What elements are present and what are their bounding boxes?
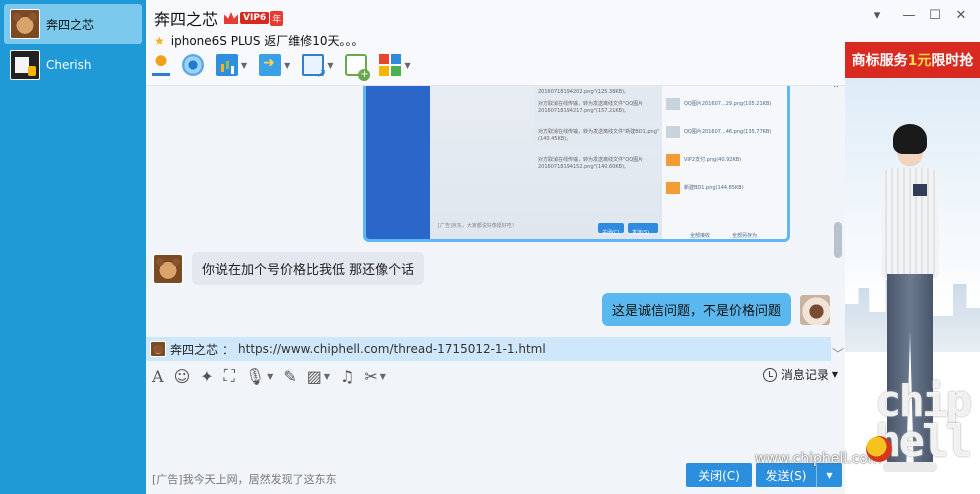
clock-icon <box>762 367 777 382</box>
chevron-down-icon[interactable]: ▼ <box>327 61 333 70</box>
screenshot-icon: ⛶ <box>223 366 235 385</box>
font-button[interactable]: A <box>152 367 164 386</box>
sender-avatar <box>150 341 166 357</box>
contact-name: Cherish <box>46 58 92 72</box>
minimize-button[interactable]: — <box>898 6 920 24</box>
video-call-button[interactable] <box>182 53 204 77</box>
edit-icon: ✎ <box>283 366 297 386</box>
contact-item-cherish[interactable]: Cherish <box>4 45 142 85</box>
contact-name: 奔四之芯 <box>46 17 95 32</box>
chat-toolbar: ▼ ▼ ▼ ▼ <box>152 52 423 81</box>
chevron-down-icon[interactable]: ▼ <box>404 61 410 70</box>
signature: ★ iphone6S PLUS 返厂维修10天。。。 <box>154 33 364 49</box>
ad-panel[interactable]: 商标服务 1元 限时抢 chip hell <box>845 42 980 494</box>
self-avatar[interactable] <box>800 294 830 325</box>
maximize-button[interactable]: ☐ <box>924 6 946 24</box>
remote-desktop-icon <box>302 54 326 80</box>
chevron-down-icon[interactable]: ▼ <box>324 372 330 381</box>
close-window-button[interactable]: ✕ <box>950 6 972 24</box>
contact-item-benshi[interactable]: 奔四之芯 <box>4 4 142 44</box>
watermark-logo <box>866 436 892 462</box>
file-transfer-icon <box>259 54 282 76</box>
create-note-icon <box>345 54 371 81</box>
watermark-text: www.chiphell.com <box>755 451 882 467</box>
sender-avatar[interactable] <box>153 253 183 284</box>
magic-button[interactable]: ✦ <box>200 367 213 386</box>
message-history-button[interactable]: 消息记录 ▼ <box>762 366 838 383</box>
chevron-down-icon[interactable]: ▼ <box>267 372 273 381</box>
font-icon: A <box>152 366 164 386</box>
webcam-icon <box>182 54 204 76</box>
menu-dropdown-button[interactable]: ▾ <box>866 6 888 24</box>
star-icon: ★ <box>154 33 165 48</box>
image-button[interactable]: ▨ ▼ <box>307 367 330 386</box>
chevron-down-icon[interactable]: ▼ <box>380 372 386 381</box>
chevron-down-icon[interactable]: ▼ <box>284 61 290 70</box>
chat-title[interactable]: 奔四之芯 <box>154 6 218 30</box>
shared-screenshot-image[interactable]: 2016071819420​2.png"(125.38KB)。 对方取消在线传输… <box>363 86 790 242</box>
scissors-button[interactable]: ✂ ▼ <box>364 367 386 386</box>
apps-icon <box>379 54 402 76</box>
chevron-down-icon: ▼ <box>826 470 833 480</box>
contact-avatar <box>10 50 40 80</box>
collapse-icon[interactable]: ﹀ <box>832 345 844 362</box>
voice-call-button[interactable] <box>152 53 170 77</box>
scroll-up-icon[interactable]: ⌃ <box>832 86 840 95</box>
message-row: 这是诚信问题，不是价格问题 <box>601 293 830 326</box>
emoji-button[interactable]: ☺ <box>174 367 191 386</box>
contact-sidebar: 奔四之芯 Cherish <box>0 0 146 494</box>
chevron-down-icon[interactable]: ▼ <box>241 61 247 70</box>
voice-message-icon: 🎙 <box>244 366 266 386</box>
scissors-icon: ✂ <box>364 366 378 386</box>
link-preview-strip[interactable]: 奔四之芯 ： https://www.chiphell.com/thread-1… <box>146 337 831 361</box>
vip-badge[interactable]: VIP6 年 <box>224 10 284 26</box>
music-icon: ♫ <box>340 366 355 386</box>
message-bubble[interactable]: 你说在加个号价格比我低 那还像个话 <box>192 252 425 285</box>
link-url[interactable]: https://www.chiphell.com/thread-1715012-… <box>238 342 546 356</box>
microphone-icon <box>152 54 170 76</box>
chat-scrollbar[interactable]: ⌃ <box>832 86 842 336</box>
scrollbar-thumb[interactable] <box>834 222 842 258</box>
chat-history[interactable]: 2016071819420​2.png"(125.38KB)。 对方取消在线传输… <box>146 86 845 336</box>
apps-button[interactable]: ▼ <box>379 53 411 77</box>
magic-wand-icon: ✦ <box>200 366 214 386</box>
screen-share-icon <box>216 54 238 76</box>
message-bubble[interactable]: 这是诚信问题，不是价格问题 <box>601 293 791 326</box>
edit-button[interactable]: ✎ <box>283 367 296 386</box>
voice-message-button[interactable]: 🎙 ▼ <box>245 367 273 386</box>
message-row: 你说在加个号价格比我低 那还像个话 <box>153 252 425 285</box>
input-toolbar: A ☺ ✦ ⛶ 🎙 ▼ ✎ ▨ ▼ ♫ ✂ ▼ 消息记录 ▼ <box>152 364 842 388</box>
music-button[interactable]: ♫ <box>340 367 354 386</box>
contact-avatar <box>10 9 40 39</box>
remote-desktop-button[interactable]: ▼ <box>302 53 333 80</box>
crown-icon <box>224 12 239 24</box>
ad-banner[interactable]: 商标服务 1元 限时抢 <box>845 42 980 78</box>
file-transfer-button[interactable]: ▼ <box>259 53 290 77</box>
footer-ad-link[interactable]: [广告]我今天上网，居然发现了这东东 <box>152 471 337 487</box>
image-icon: ▨ <box>306 366 322 386</box>
emoji-icon: ☺ <box>173 366 191 386</box>
screen-share-button[interactable]: ▼ <box>216 53 247 77</box>
chevron-down-icon: ▼ <box>831 370 838 379</box>
close-button[interactable]: 关闭(C) <box>686 463 752 487</box>
screenshot-button[interactable]: ⛶ <box>224 366 235 386</box>
create-note-button[interactable] <box>345 53 371 81</box>
